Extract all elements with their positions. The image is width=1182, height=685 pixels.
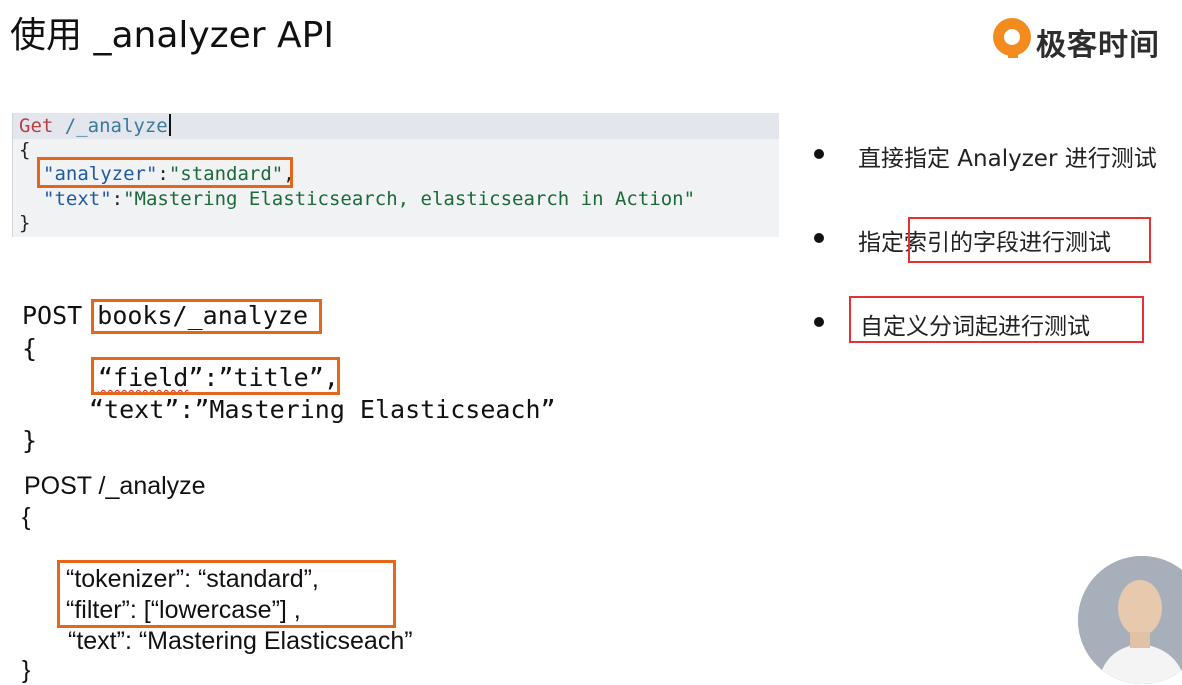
highlight-box-analyzer <box>37 157 293 188</box>
geektime-logo: 极客时间 <box>990 14 1178 64</box>
highlight-box-index-path <box>91 299 322 334</box>
console-request-line: Get /_analyze <box>19 114 171 137</box>
example2-open-brace: { <box>22 334 38 363</box>
example3-open-brace: { <box>22 503 31 531</box>
highlight-box-bullet-3 <box>849 296 1144 343</box>
example2-method: POST <box>22 301 83 330</box>
logo-text: 极客时间 <box>1036 28 1160 63</box>
console-close-brace: } <box>19 212 31 234</box>
text-colon: : <box>111 188 124 210</box>
console-open-brace: { <box>19 139 31 161</box>
example3-text-line: “text”: “Mastering Elasticseach” <box>68 627 413 655</box>
presenter-avatar-image <box>1078 556 1182 684</box>
presenter-avatar <box>1078 556 1182 684</box>
example3-close-brace: } <box>22 656 31 684</box>
slide-title: 使用 _analyzer API <box>10 15 334 56</box>
example2-close-brace: } <box>22 426 38 455</box>
text-value: "Mastering Elasticsearch, elasticsearch … <box>123 188 696 210</box>
console-text-line: "text":"Mastering Elasticsearch, elastic… <box>43 188 695 210</box>
example3-post-line: POST /_analyze <box>24 472 206 500</box>
highlight-box-custom-analyzer <box>57 560 396 628</box>
highlight-box-bullet-2 <box>908 217 1151 263</box>
bullet-2-prefix: 指定 <box>858 230 904 256</box>
text-cursor <box>168 114 171 136</box>
bullet-dot-2 <box>814 233 824 243</box>
text-key: "text" <box>43 188 112 210</box>
highlight-box-field <box>91 357 340 395</box>
bullet-text-1: 直接指定 Analyzer 进行测试 <box>858 146 1157 172</box>
geektime-logo-icon <box>993 18 1031 58</box>
console-method: Get <box>19 115 54 137</box>
console-path: /_analyze <box>64 115 168 137</box>
example2-text-line: “text”:”Mastering Elasticseach” <box>89 395 556 424</box>
bullet-dot-3 <box>814 317 824 327</box>
bullet-dot-1 <box>814 149 824 159</box>
